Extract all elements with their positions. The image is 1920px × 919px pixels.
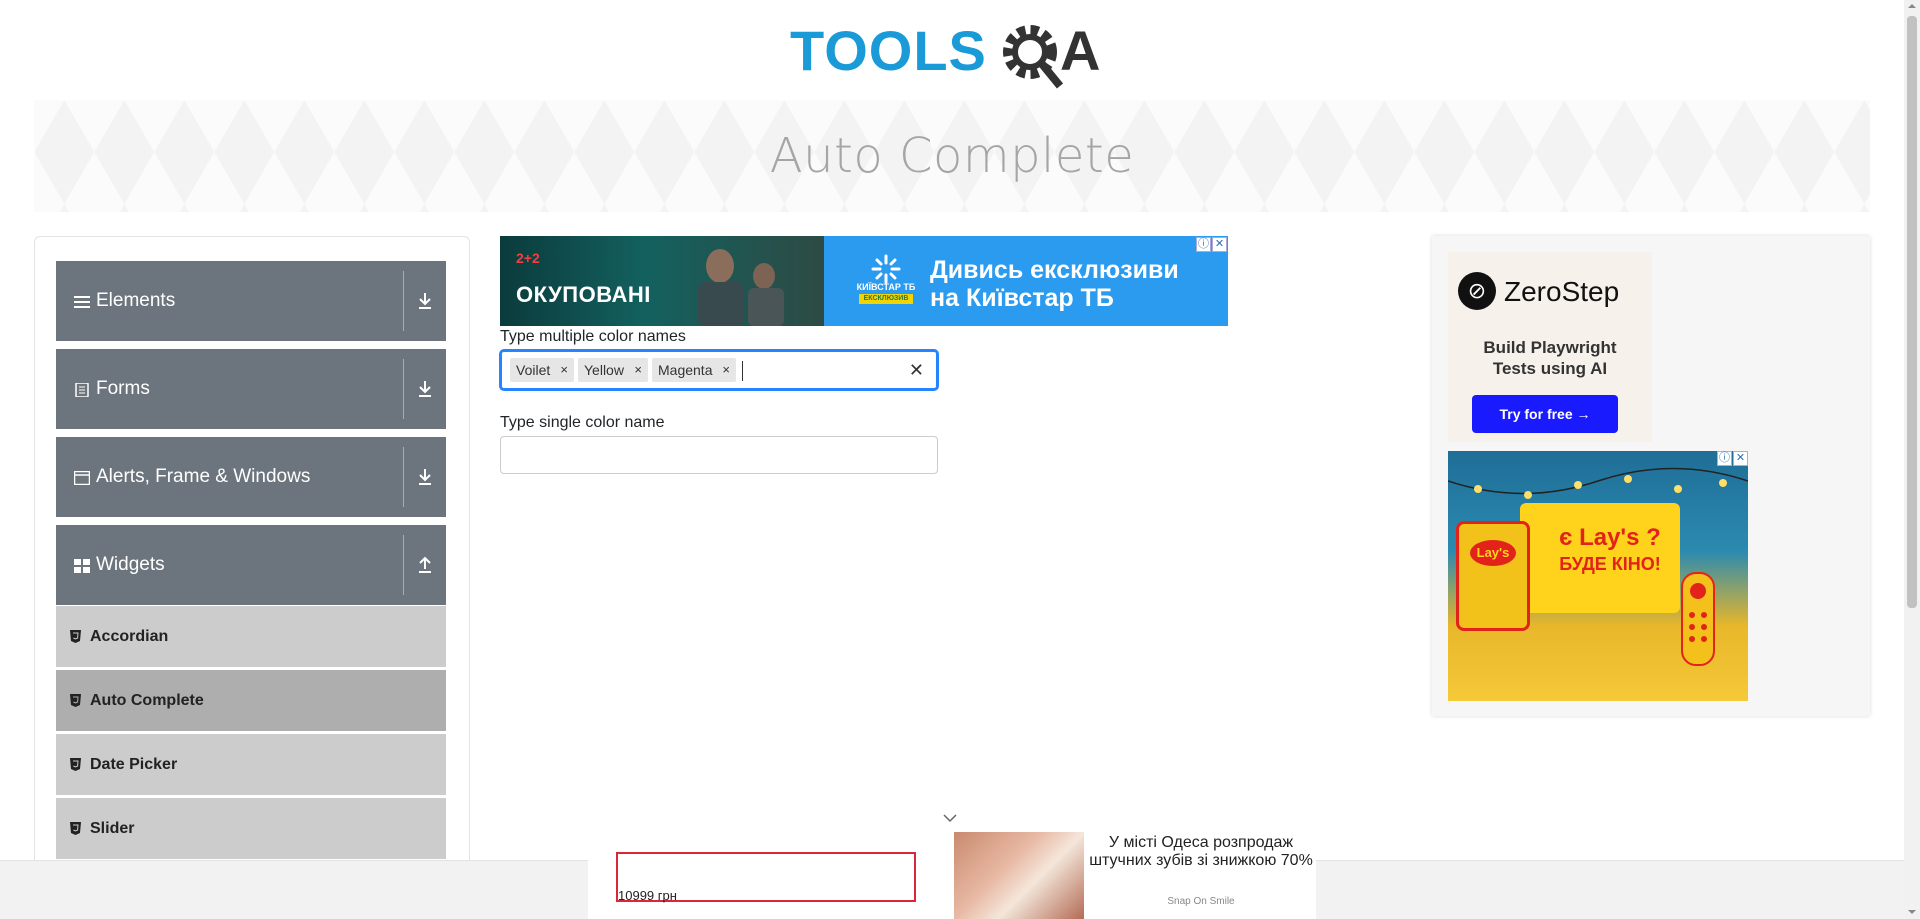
download-icon[interactable] [414,289,436,313]
clear-all-icon[interactable]: ✕ [909,358,924,382]
sidebar-group-label: Alerts, Frame & Windows [96,466,311,487]
sidebar-item-date-picker[interactable]: Date Picker [56,734,446,796]
dentures-photo [954,832,1084,919]
scroll-up-arrow-icon[interactable] [1908,2,1916,10]
ad-close-icon[interactable]: ✕ [1733,451,1748,466]
ad-slogan-line: на Київстар ТБ [930,284,1114,312]
ad-choices[interactable]: ⓘ ✕ [1717,451,1748,466]
sidebar-group-alerts[interactable]: Alerts, Frame & Windows [56,437,446,517]
sidebar-item-label: Date Picker [90,756,178,773]
divider [403,535,404,595]
zerostep-logo-icon: ⊘ [1458,272,1496,310]
chip-label: Magenta [658,362,713,378]
chip-remove-icon[interactable]: × [560,358,568,382]
string-lights [1448,467,1748,499]
window-icon [74,471,90,485]
html5-icon [70,822,81,835]
single-color-label: Type single color name [500,414,665,431]
document-icon [75,383,89,397]
page-title: Auto Complete [769,128,1135,184]
logo-tools-text: TOOLS [790,19,987,82]
page-scrollbar[interactable] [1904,0,1920,919]
divider [403,271,404,331]
sidebar-item-label: Accordian [90,628,169,645]
kyivstar-logo: КИЇВСТАР ТБ ЕКСКЛЮЗИВ [854,254,918,310]
divider [403,359,404,419]
sidebar-group-widgets[interactable]: Widgets [56,525,446,605]
ad-slogan: Дивись ексклюзиви на Київстар ТБ [930,256,1179,312]
ad-info-icon[interactable]: ⓘ [1196,237,1211,252]
ad-close-icon[interactable]: ✕ [1212,237,1227,252]
chips-bag: Lay's [1456,521,1530,631]
chip-label: Voilet [516,362,551,378]
star-icon [871,254,901,284]
sidebar-group-label: Elements [96,290,176,311]
hamburger-icon [74,296,90,308]
actor-photo [698,249,784,326]
sidebar-group-elements[interactable]: Elements [56,261,446,341]
sidebar-group-label: Forms [96,378,150,399]
multi-color-label: Type multiple color names [500,328,686,345]
sidebar-group-forms[interactable]: Forms [56,349,446,429]
kyivstar-brand-text: КИЇВСТАР ТБ [856,282,916,292]
remote-control [1681,572,1715,666]
lays-bag-logo: Lay's [1470,540,1516,566]
scroll-thumb[interactable] [1907,16,1917,608]
logo-a-text: A [1060,19,1100,82]
ad-slogan-line: Дивись ексклюзиви [930,256,1179,284]
ad-info-icon[interactable]: ⓘ [1717,451,1732,466]
sidebar-item-auto-complete[interactable]: Auto Complete [56,670,446,732]
ad-headline: У місті Одеса розпродаж штучних зубів зі… [1089,834,1313,869]
lays-headline-line: БУДЕ КІНО! [1559,554,1661,574]
ad-sidebar-right: ⊘ ZeroStep Build Playwright Tests using … [1432,236,1870,716]
sidebar: Elements Forms Alerts, Frame & Windows W… [34,236,470,919]
ad-series-panel: 2+2 ОКУПОВАНІ [500,236,824,326]
toolsqa-logo[interactable]: TOOLS A [790,14,1120,92]
zerostep-tagline: Tests using AI [1492,359,1608,378]
download-icon[interactable] [414,465,436,489]
divider [403,447,404,507]
ad-banner-top[interactable]: 2+2 ОКУПОВАНІ КИЇВСТАР ТБ ЕКСКЛЮЗИВ Диви… [500,236,1228,326]
zerostep-ad[interactable]: ⊘ ZeroStep Build Playwright Tests using … [1448,252,1652,442]
gear-icon [1003,25,1064,89]
upload-icon[interactable] [414,553,436,577]
ad-source: Snap On Smile [1167,896,1235,907]
color-chip: Voilet × [510,358,574,382]
widgets-icon [74,559,90,573]
ad-choices[interactable]: ⓘ ✕ [1196,237,1227,252]
scroll-down-arrow-icon[interactable] [1908,908,1916,916]
page: TOOLS A Auto Complete Elements Forms Ale… [0,0,1920,919]
chevron-down-icon[interactable] [942,813,958,823]
try-for-free-button[interactable]: Try for free → [1472,395,1618,433]
sidebar-item-label: Auto Complete [90,692,204,709]
ad-channel: 2+2 [516,250,540,266]
sidebar-group-label: Widgets [96,554,165,575]
sidebar-item-label: Slider [90,820,135,837]
kyivstar-badge: ЕКСКЛЮЗИВ [859,294,913,304]
single-color-input[interactable] [500,436,938,474]
chip-label: Yellow [584,362,624,378]
text-caret [742,361,743,381]
sidebar-item-slider[interactable]: Slider [56,798,446,860]
lays-headline: є Lay's ? БУДЕ КІНО! [1550,525,1670,577]
html5-icon [70,630,81,643]
zerostep-tagline: Build Playwright [1483,338,1617,357]
color-chip: Magenta × [652,358,736,382]
html5-icon [70,758,81,771]
download-icon[interactable] [414,377,436,401]
chip-remove-icon[interactable]: × [634,358,642,382]
zerostep-name: ZeroStep [1504,276,1620,307]
ad-bottom[interactable]: 10999 грн У місті Одеса розпродаж штучни… [588,828,1316,919]
ad-series-title: ОКУПОВАНІ [516,282,651,307]
sidebar-item-accordian[interactable]: Accordian [56,606,446,668]
lays-ad[interactable]: є Lay's ? БУДЕ КІНО! Lay's ⓘ ✕ [1448,451,1748,701]
color-chip: Yellow × [578,358,648,382]
html5-icon [70,694,81,707]
page-banner: Auto Complete [34,100,1870,212]
ad-price: 10999 грн [618,888,677,903]
multi-color-input[interactable]: Voilet × Yellow × Magenta × ✕ [500,350,938,390]
chip-remove-icon[interactable]: × [722,358,730,382]
ad-kyivstar-panel: КИЇВСТАР ТБ ЕКСКЛЮЗИВ Дивись ексклюзиви … [824,236,1228,326]
lays-headline-line: є Lay's ? [1559,524,1661,551]
